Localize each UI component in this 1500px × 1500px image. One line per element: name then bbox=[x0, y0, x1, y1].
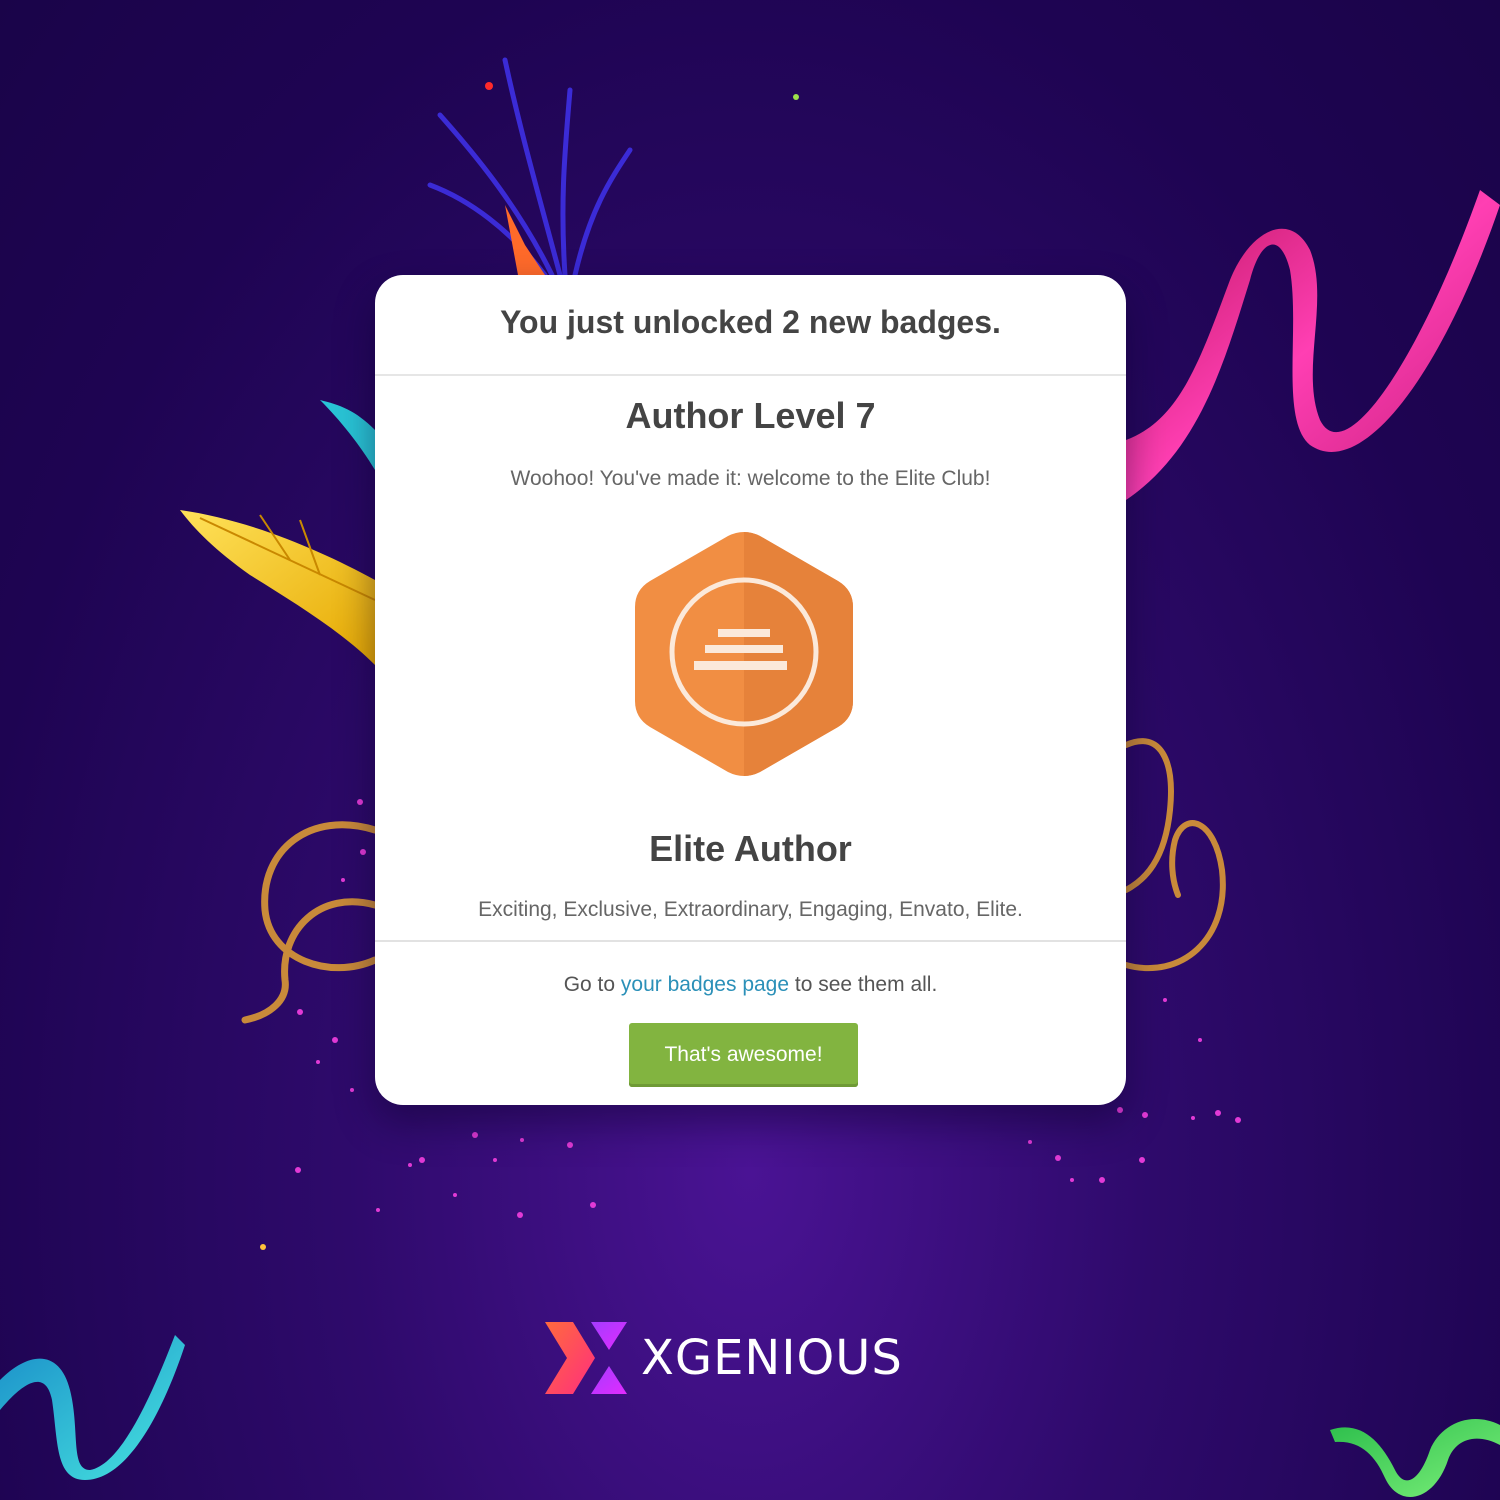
badges-page-link[interactable]: your badges page bbox=[621, 973, 789, 996]
brand-lockup: XGENIOUS bbox=[543, 1320, 963, 1396]
thats-awesome-button[interactable]: That's awesome! bbox=[629, 1023, 858, 1087]
dialog-header: You just unlocked 2 new badges. bbox=[375, 275, 1126, 376]
dialog-divider bbox=[375, 940, 1126, 942]
dialog-headline: You just unlocked 2 new badges. bbox=[500, 304, 1001, 340]
xgenious-logo-icon bbox=[545, 1322, 627, 1394]
badge-unlocked-dialog: You just unlocked 2 new badges. Author L… bbox=[375, 275, 1126, 1105]
badge-level-message: Woohoo! You've made it: welcome to the E… bbox=[510, 467, 991, 490]
elite-author-badge-icon bbox=[635, 532, 853, 776]
badge-description: Exciting, Exclusive, Extraordinary, Enga… bbox=[478, 898, 1023, 921]
badges-page-hint: Go to your badges page to see them all. bbox=[375, 973, 1126, 997]
hint-prefix: Go to bbox=[563, 973, 621, 996]
hint-suffix: to see them all. bbox=[789, 973, 938, 996]
brand-name: XGENIOUS bbox=[641, 1330, 903, 1386]
badge-level-title: Author Level 7 bbox=[625, 395, 876, 436]
badge-name: Elite Author bbox=[649, 828, 852, 869]
